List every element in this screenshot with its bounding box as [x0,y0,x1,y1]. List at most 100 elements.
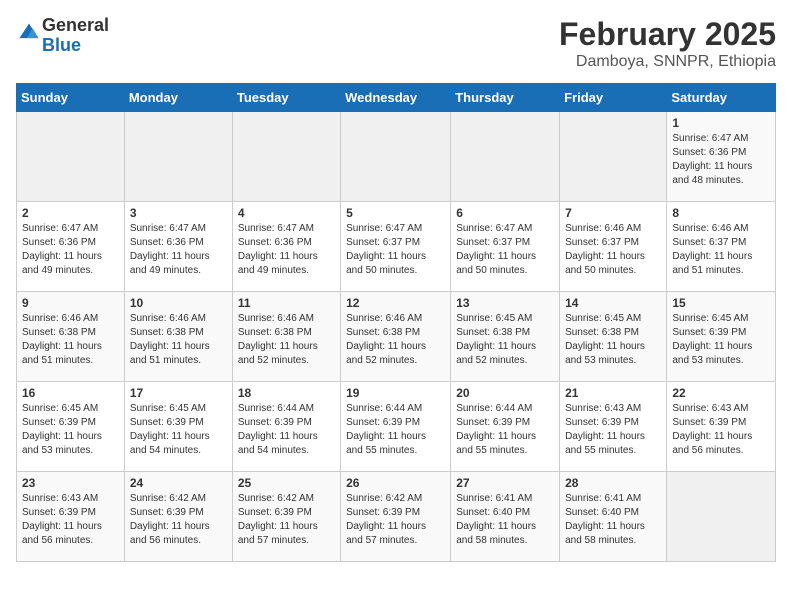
day-info: Sunrise: 6:41 AM Sunset: 6:40 PM Dayligh… [456,492,554,548]
day-number: 19 [346,386,445,400]
calendar-week-3: 9 Sunrise: 6:46 AM Sunset: 6:38 PM Daylig… [17,292,776,382]
day-info: Sunrise: 6:46 AM Sunset: 6:38 PM Dayligh… [346,312,445,368]
calendar-cell: 21 Sunrise: 6:43 AM Sunset: 6:39 PM Dayli… [560,382,667,472]
day-number: 15 [672,296,770,310]
calendar-cell [232,112,340,202]
day-info: Sunrise: 6:42 AM Sunset: 6:39 PM Dayligh… [238,492,335,548]
day-number: 14 [565,296,661,310]
calendar-cell: 23Sunrise: 6:43 AM Sunset: 6:39 PM Dayli… [17,472,125,562]
day-number: 28 [565,476,661,490]
day-number: 20 [456,386,554,400]
day-info: Sunrise: 6:47 AM Sunset: 6:37 PM Dayligh… [456,222,554,278]
logo-blue-text: Blue [42,35,81,55]
day-number: 12 [346,296,445,310]
calendar-cell: 6 Sunrise: 6:47 AM Sunset: 6:37 PM Daylig… [451,202,560,292]
day-number: 22 [672,386,770,400]
day-number: 23 [22,476,119,490]
calendar-cell [560,112,667,202]
calendar-cell: 7 Sunrise: 6:46 AM Sunset: 6:37 PM Daylig… [560,202,667,292]
day-info: Sunrise: 6:47 AM Sunset: 6:37 PM Dayligh… [346,222,445,278]
weekday-header-row: SundayMondayTuesdayWednesdayThursdayFrid… [17,84,776,112]
day-number: 18 [238,386,335,400]
calendar-week-5: 23Sunrise: 6:43 AM Sunset: 6:39 PM Dayli… [17,472,776,562]
calendar-cell: 14 Sunrise: 6:45 AM Sunset: 6:38 PM Dayli… [560,292,667,382]
calendar-cell: 2 Sunrise: 6:47 AM Sunset: 6:36 PM Daylig… [17,202,125,292]
day-info: Sunrise: 6:45 AM Sunset: 6:39 PM Dayligh… [22,402,119,458]
day-info: Sunrise: 6:43 AM Sunset: 6:39 PM Dayligh… [565,402,661,458]
location-subtitle: Damboya, SNNPR, Ethiopia [559,53,776,71]
day-number: 16 [22,386,119,400]
day-number: 3 [130,206,227,220]
day-info: Sunrise: 6:46 AM Sunset: 6:38 PM Dayligh… [238,312,335,368]
calendar-cell: 3 Sunrise: 6:47 AM Sunset: 6:36 PM Daylig… [124,202,232,292]
calendar-cell: 12 Sunrise: 6:46 AM Sunset: 6:38 PM Dayli… [341,292,451,382]
day-number: 21 [565,386,661,400]
calendar-cell: 15 Sunrise: 6:45 AM Sunset: 6:39 PM Dayli… [667,292,776,382]
calendar-cell: 13Sunrise: 6:45 AM Sunset: 6:38 PM Dayli… [451,292,560,382]
calendar-cell: 28 Sunrise: 6:41 AM Sunset: 6:40 PM Dayli… [560,472,667,562]
page-header: General Blue February 2025 Damboya, SNNP… [16,16,776,71]
calendar-cell: 27 Sunrise: 6:41 AM Sunset: 6:40 PM Dayli… [451,472,560,562]
day-info: Sunrise: 6:44 AM Sunset: 6:39 PM Dayligh… [456,402,554,458]
day-number: 9 [22,296,119,310]
calendar-cell: 4 Sunrise: 6:47 AM Sunset: 6:36 PM Daylig… [232,202,340,292]
day-number: 26 [346,476,445,490]
calendar-week-2: 2 Sunrise: 6:47 AM Sunset: 6:36 PM Daylig… [17,202,776,292]
month-title: February 2025 [559,16,776,53]
calendar-cell [451,112,560,202]
calendar-cell: 5 Sunrise: 6:47 AM Sunset: 6:37 PM Daylig… [341,202,451,292]
day-info: Sunrise: 6:46 AM Sunset: 6:38 PM Dayligh… [130,312,227,368]
day-info: Sunrise: 6:45 AM Sunset: 6:38 PM Dayligh… [456,312,554,368]
day-number: 8 [672,206,770,220]
calendar-cell: 16 Sunrise: 6:45 AM Sunset: 6:39 PM Dayli… [17,382,125,472]
day-number: 25 [238,476,335,490]
day-number: 2 [22,206,119,220]
day-info: Sunrise: 6:47 AM Sunset: 6:36 PM Dayligh… [130,222,227,278]
calendar-cell: 9 Sunrise: 6:46 AM Sunset: 6:38 PM Daylig… [17,292,125,382]
logo-general-text: General [42,15,109,35]
calendar-cell: 10 Sunrise: 6:46 AM Sunset: 6:38 PM Dayli… [124,292,232,382]
calendar-cell: 19 Sunrise: 6:44 AM Sunset: 6:39 PM Dayli… [341,382,451,472]
day-number: 7 [565,206,661,220]
weekday-header-thursday: Thursday [451,84,560,112]
day-info: Sunrise: 6:47 AM Sunset: 6:36 PM Dayligh… [238,222,335,278]
day-number: 1 [672,116,770,130]
day-info: Sunrise: 6:42 AM Sunset: 6:39 PM Dayligh… [346,492,445,548]
day-number: 27 [456,476,554,490]
day-number: 11 [238,296,335,310]
day-number: 4 [238,206,335,220]
day-number: 24 [130,476,227,490]
calendar-cell [17,112,125,202]
calendar-week-4: 16 Sunrise: 6:45 AM Sunset: 6:39 PM Dayli… [17,382,776,472]
calendar-cell: 8Sunrise: 6:46 AM Sunset: 6:37 PM Daylig… [667,202,776,292]
day-info: Sunrise: 6:44 AM Sunset: 6:39 PM Dayligh… [346,402,445,458]
day-info: Sunrise: 6:45 AM Sunset: 6:38 PM Dayligh… [565,312,661,368]
day-number: 5 [346,206,445,220]
day-info: Sunrise: 6:43 AM Sunset: 6:39 PM Dayligh… [672,402,770,458]
day-info: Sunrise: 6:42 AM Sunset: 6:39 PM Dayligh… [130,492,227,548]
weekday-header-wednesday: Wednesday [341,84,451,112]
calendar-cell [341,112,451,202]
day-info: Sunrise: 6:41 AM Sunset: 6:40 PM Dayligh… [565,492,661,548]
day-number: 10 [130,296,227,310]
day-info: Sunrise: 6:45 AM Sunset: 6:39 PM Dayligh… [672,312,770,368]
weekday-header-saturday: Saturday [667,84,776,112]
day-info: Sunrise: 6:47 AM Sunset: 6:36 PM Dayligh… [22,222,119,278]
day-info: Sunrise: 6:46 AM Sunset: 6:37 PM Dayligh… [565,222,661,278]
calendar-table: SundayMondayTuesdayWednesdayThursdayFrid… [16,83,776,562]
calendar-cell: 24 Sunrise: 6:42 AM Sunset: 6:39 PM Dayli… [124,472,232,562]
day-number: 17 [130,386,227,400]
weekday-header-sunday: Sunday [17,84,125,112]
day-info: Sunrise: 6:45 AM Sunset: 6:39 PM Dayligh… [130,402,227,458]
calendar-cell: 11 Sunrise: 6:46 AM Sunset: 6:38 PM Dayli… [232,292,340,382]
weekday-header-tuesday: Tuesday [232,84,340,112]
day-info: Sunrise: 6:46 AM Sunset: 6:38 PM Dayligh… [22,312,119,368]
weekday-header-friday: Friday [560,84,667,112]
calendar-cell: 26 Sunrise: 6:42 AM Sunset: 6:39 PM Dayli… [341,472,451,562]
calendar-cell: 20 Sunrise: 6:44 AM Sunset: 6:39 PM Dayli… [451,382,560,472]
day-info: Sunrise: 6:47 AM Sunset: 6:36 PM Dayligh… [672,132,770,188]
day-number: 6 [456,206,554,220]
calendar-cell [667,472,776,562]
calendar-week-1: 1 Sunrise: 6:47 AM Sunset: 6:36 PM Daylig… [17,112,776,202]
logo: General Blue [16,16,109,56]
